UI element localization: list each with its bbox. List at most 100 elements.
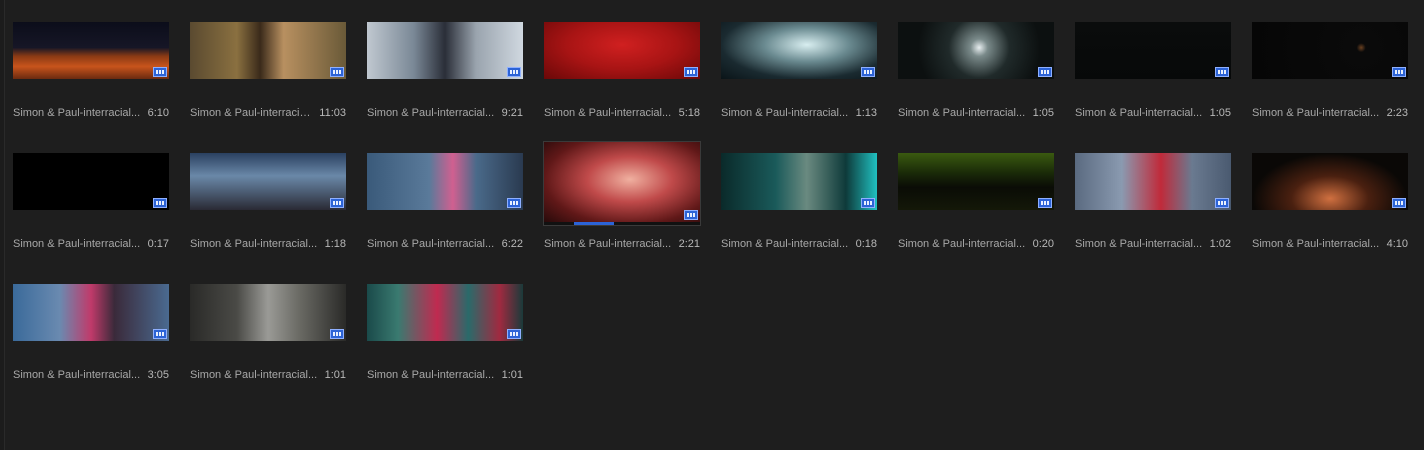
clip-item[interactable]: Simon & Paul-interracial... 0:17: [13, 153, 169, 284]
clip-thumbnail[interactable]: [1075, 22, 1231, 79]
thumbnail-image: [367, 284, 523, 341]
video-clip-icon: [330, 67, 344, 77]
clip-meta: Simon & Paul-interracial... 3:05: [13, 368, 169, 382]
clip-name[interactable]: Simon & Paul-interracial...: [1252, 106, 1387, 120]
clip-duration: 11:03: [319, 107, 346, 119]
clip-thumbnail[interactable]: [190, 153, 346, 210]
clip-meta: Simon & Paul-interracial... 1:05: [1075, 106, 1231, 120]
clip-duration: 1:01: [324, 369, 346, 381]
thumbnail-image: [898, 22, 1054, 79]
clip-thumbnail[interactable]: [367, 284, 523, 341]
clip-name[interactable]: Simon & Paul-interracial...: [721, 106, 856, 120]
clip-name[interactable]: Simon & Paul-interracial...: [544, 106, 679, 120]
clip-duration: 3:05: [147, 369, 169, 381]
clip-meta: Simon & Paul-interracial... 2:21: [544, 237, 700, 251]
thumbnail-image: [1252, 153, 1408, 210]
clip-thumbnail[interactable]: [1075, 153, 1231, 210]
clip-item[interactable]: Simon & Paul-interracial... 1:18: [190, 153, 346, 284]
clip-duration: 1:18: [324, 238, 346, 250]
clip-name[interactable]: Simon & Paul-interracial...: [898, 106, 1033, 120]
video-clip-icon: [1215, 67, 1229, 77]
video-clip-icon: [507, 329, 521, 339]
clip-thumbnail[interactable]: [1252, 22, 1408, 79]
video-clip-icon: [1215, 198, 1229, 208]
clip-name[interactable]: Simon & Paul-interracial...: [1075, 106, 1210, 120]
clip-meta: Simon & Paul-interracial... 9:21: [367, 106, 523, 120]
clip-duration: 0:20: [1032, 238, 1054, 250]
clip-meta: Simon & Paul-interracial... 6:10: [13, 106, 169, 120]
clip-thumbnail[interactable]: [367, 22, 523, 79]
clip-item[interactable]: Simon & Paul-interracial... 2:21: [543, 141, 701, 284]
clip-item[interactable]: Simon & Paul-interracial... 9:21: [367, 22, 523, 153]
clip-duration: 2:23: [1386, 107, 1408, 119]
clip-item[interactable]: Simon & Paul-interracial... 3:05: [13, 284, 169, 415]
thumbnail-image: [190, 153, 346, 210]
clip-thumbnail[interactable]: [13, 284, 169, 341]
clip-name[interactable]: Simon & Paul-interracial...: [367, 368, 502, 382]
clip-name[interactable]: Simon & Paul-interracial...: [190, 368, 325, 382]
clip-item[interactable]: Simon & Paul-interracial... 6:10: [13, 22, 169, 153]
clip-item[interactable]: Simon & Paul-interracial... 2:23: [1252, 22, 1408, 153]
video-clip-icon: [1392, 67, 1406, 77]
clip-name[interactable]: Simon & Paul-interracial...: [898, 237, 1033, 251]
clip-thumbnail[interactable]: [367, 153, 523, 210]
clip-item[interactable]: Simon & Paul-interracial... 1:05: [1075, 22, 1231, 153]
clip-name[interactable]: Simon & Paul-interracia...: [190, 106, 319, 120]
clip-name[interactable]: Simon & Paul-interracial...: [721, 237, 856, 251]
thumbnail-image: [721, 22, 877, 79]
clip-item[interactable]: Simon & Paul-interracial... 1:01: [367, 284, 523, 415]
clip-thumbnail[interactable]: [13, 153, 169, 210]
video-clip-icon: [153, 67, 167, 77]
clip-item[interactable]: Simon & Paul-interracial... 4:10: [1252, 153, 1408, 284]
clip-thumbnail[interactable]: [898, 22, 1054, 79]
clip-meta: Simon & Paul-interracia... 11:03: [190, 106, 346, 120]
clip-duration: 2:21: [678, 238, 700, 250]
clip-name[interactable]: Simon & Paul-interracial...: [367, 237, 502, 251]
clip-item[interactable]: Simon & Paul-interracial... 1:02: [1075, 153, 1231, 284]
clip-meta: Simon & Paul-interracial... 1:18: [190, 237, 346, 251]
thumbnail-image: [1252, 22, 1408, 79]
clip-meta: Simon & Paul-interracial... 0:17: [13, 237, 169, 251]
clip-name[interactable]: Simon & Paul-interracial...: [1252, 237, 1387, 251]
clip-meta: Simon & Paul-interracial... 1:13: [721, 106, 877, 120]
clip-item[interactable]: Simon & Paul-interracial... 0:20: [898, 153, 1054, 284]
thumbnail-image: [13, 22, 169, 79]
clip-thumbnail[interactable]: [721, 22, 877, 79]
clip-meta: Simon & Paul-interracial... 5:18: [544, 106, 700, 120]
clip-thumbnail[interactable]: [544, 22, 700, 79]
clip-item[interactable]: Simon & Paul-interracial... 1:05: [898, 22, 1054, 153]
clip-item[interactable]: Simon & Paul-interracial... 5:18: [544, 22, 700, 153]
video-clip-icon: [1038, 198, 1052, 208]
clip-thumbnail[interactable]: [190, 284, 346, 341]
clip-name[interactable]: Simon & Paul-interracial...: [13, 106, 148, 120]
thumbnail-image: [1075, 22, 1231, 79]
clip-name[interactable]: Simon & Paul-interracial...: [367, 106, 502, 120]
video-clip-icon: [1038, 67, 1052, 77]
clip-name[interactable]: Simon & Paul-interracial...: [13, 237, 148, 251]
clip-thumbnail[interactable]: [721, 153, 877, 210]
clip-name[interactable]: Simon & Paul-interracial...: [13, 368, 148, 382]
thumbnail-image: [898, 153, 1054, 210]
clip-item[interactable]: Simon & Paul-interracial... 6:22: [367, 153, 523, 284]
video-clip-icon: [861, 67, 875, 77]
clip-item[interactable]: Simon & Paul-interracia... 11:03: [190, 22, 346, 153]
video-clip-icon: [330, 329, 344, 339]
clip-name[interactable]: Simon & Paul-interracial...: [1075, 237, 1210, 251]
clip-thumbnail[interactable]: [190, 22, 346, 79]
clip-thumbnail[interactable]: [898, 153, 1054, 210]
project-bin-panel: Simon & Paul-interracial... 6:10 Simon & P…: [4, 0, 1424, 450]
clip-thumbnail[interactable]: [1252, 153, 1408, 210]
clip-thumbnail[interactable]: [13, 22, 169, 79]
clip-duration: 6:22: [501, 238, 523, 250]
video-clip-icon: [1392, 198, 1406, 208]
thumbnail-image: [367, 22, 523, 79]
clip-item[interactable]: Simon & Paul-interracial... 1:01: [190, 284, 346, 415]
clip-name[interactable]: Simon & Paul-interracial...: [190, 237, 325, 251]
video-clip-icon: [684, 67, 698, 77]
clip-item[interactable]: Simon & Paul-interracial... 0:18: [721, 153, 877, 284]
clip-name[interactable]: Simon & Paul-interracial...: [544, 237, 679, 251]
clip-item[interactable]: Simon & Paul-interracial... 1:13: [721, 22, 877, 153]
video-clip-icon: [684, 210, 698, 220]
playhead-scrubber[interactable]: [544, 222, 700, 225]
clip-thumbnail[interactable]: [543, 141, 701, 226]
